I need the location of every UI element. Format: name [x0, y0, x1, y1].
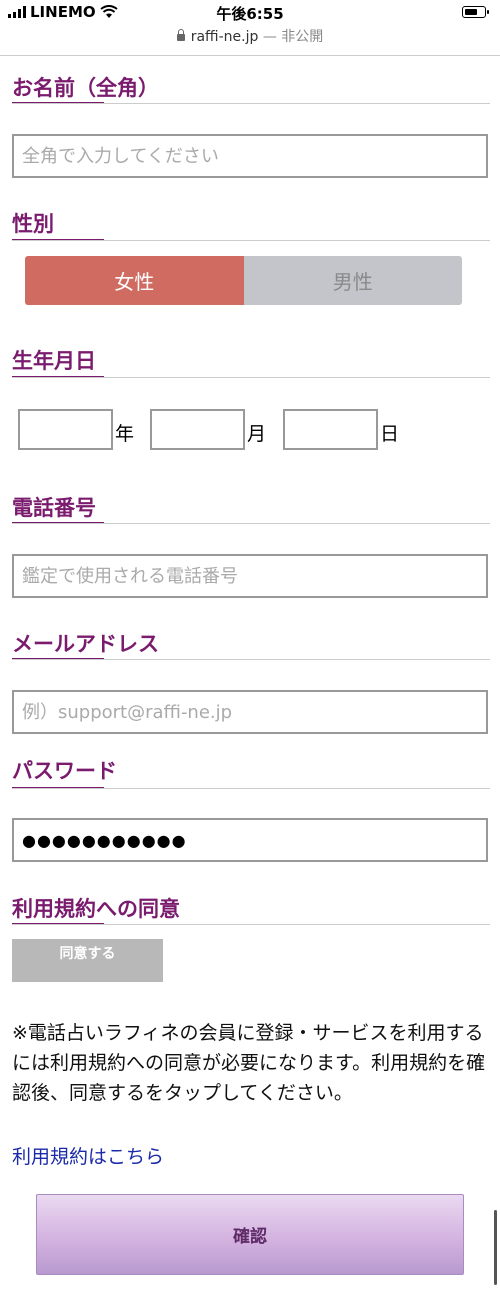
section-divider: [12, 240, 490, 241]
agree-button[interactable]: 同意する: [12, 939, 163, 982]
clock: 午後6:55: [216, 5, 284, 23]
year-unit-label: 年: [115, 423, 135, 445]
day-unit-label: 日: [380, 423, 400, 445]
email-field[interactable]: [12, 690, 488, 734]
section-divider: [12, 103, 490, 104]
gender-option-male[interactable]: 男性: [243, 256, 462, 305]
url-domain: raffi-ne.jp: [190, 29, 259, 45]
birth-year-input[interactable]: [18, 409, 113, 450]
url-bar[interactable]: raffi-ne.jp — 非公開: [0, 26, 500, 48]
gender-heading: 性別: [12, 211, 54, 236]
lock-icon: [176, 29, 185, 41]
phone-input[interactable]: [14, 556, 486, 596]
email-input[interactable]: [14, 692, 486, 732]
section-divider: [12, 659, 490, 660]
status-bar: LINEMO 午後6:55: [0, 0, 500, 24]
birthdate-heading: 生年月日: [12, 348, 96, 373]
section-divider: [12, 924, 490, 925]
gender-selector: 女性 男性: [25, 256, 462, 305]
terms-heading: 利用規約への同意: [12, 896, 180, 921]
confirm-button[interactable]: 確認: [36, 1194, 464, 1275]
name-field[interactable]: [12, 134, 488, 178]
phone-heading: 電話番号: [12, 495, 96, 520]
battery-icon: [462, 6, 489, 18]
toolbar-divider: [0, 55, 500, 56]
name-input[interactable]: [14, 136, 486, 176]
gender-option-female[interactable]: 女性: [25, 256, 244, 305]
terms-link[interactable]: 利用規約はこちら: [12, 1142, 164, 1169]
password-field[interactable]: [12, 818, 488, 862]
terms-notice: ※電話占いラフィネの会員に登録・サービスを利用するには利用規約への同意が必要にな…: [12, 1022, 486, 1104]
birth-month-input[interactable]: [150, 409, 245, 450]
phone-field[interactable]: [12, 554, 488, 598]
url-privacy-label: — 非公開: [262, 29, 324, 45]
email-heading: メールアドレス: [12, 631, 159, 656]
password-heading: パスワード: [12, 758, 117, 783]
section-divider: [12, 788, 490, 789]
section-divider: [12, 377, 490, 378]
scroll-indicator: [494, 1210, 497, 1285]
password-input[interactable]: [14, 820, 486, 860]
section-divider: [12, 523, 490, 524]
month-unit-label: 月: [247, 423, 267, 445]
birth-day-input[interactable]: [283, 409, 378, 450]
name-heading: お名前（全角）: [12, 75, 159, 100]
